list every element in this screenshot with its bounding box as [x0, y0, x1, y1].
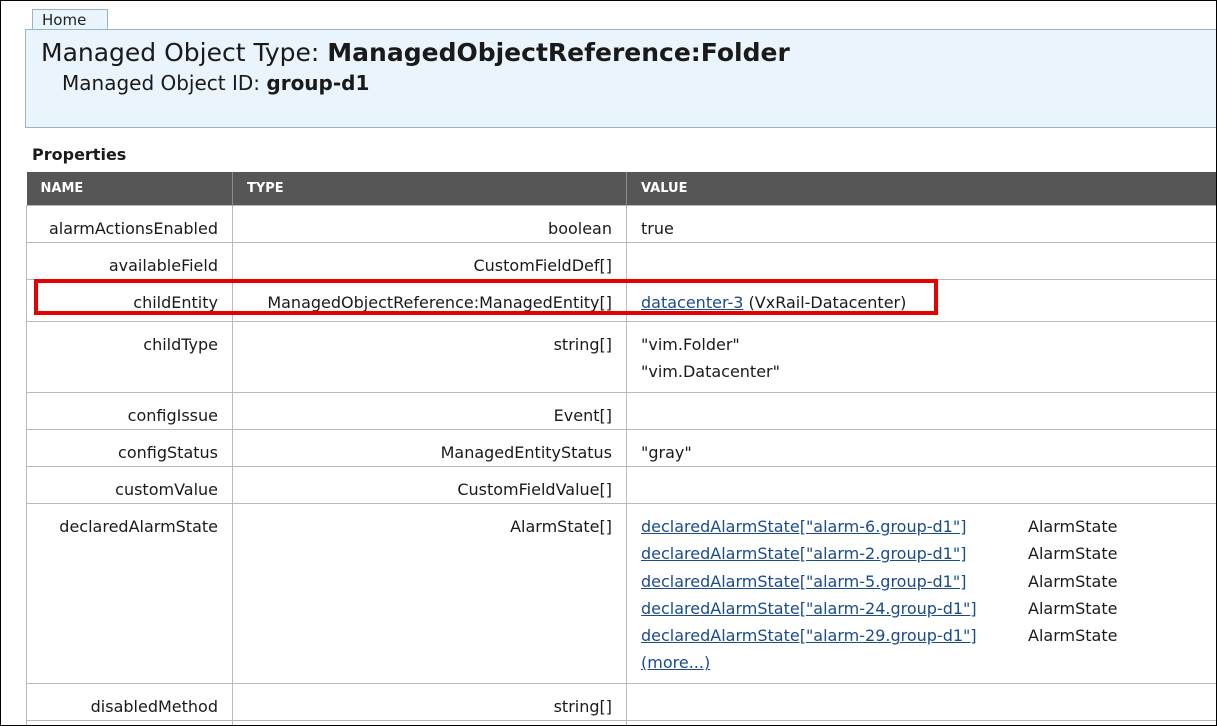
- alarm-state-link[interactable]: declaredAlarmState["alarm-2.group-d1"]: [641, 540, 966, 567]
- properties-title: Properties: [32, 145, 127, 164]
- property-value: [626, 242, 1216, 280]
- column-header-type: TYPE: [232, 172, 627, 206]
- alarm-state-item: declaredAlarmState["alarm-2.group-d1"] Al…: [641, 540, 1212, 567]
- property-type: string[]: [232, 321, 627, 393]
- home-tab[interactable]: Home: [32, 9, 108, 29]
- value-text: "gray": [641, 443, 692, 462]
- property-name: childEntity: [26, 279, 233, 322]
- value-text: true: [641, 219, 674, 238]
- property-name: configIssue: [26, 392, 233, 430]
- alarm-state-type: AlarmState: [1028, 598, 1118, 618]
- table-row: configIssue Event[]: [26, 392, 1216, 430]
- table-row: childEntity ManagedObjectReference:Manag…: [26, 279, 1216, 322]
- managed-object-type: Managed Object Type: ManagedObjectRefere…: [41, 38, 790, 67]
- property-name: alarmActionsEnabled: [26, 205, 233, 243]
- property-name: declaredAlarmState: [26, 503, 233, 684]
- table-header-row: NAME TYPE VALUE: [26, 172, 1216, 206]
- alarm-state-item: (more...): [641, 649, 1212, 676]
- table-row: alarmActionsEnabled boolean true: [26, 205, 1216, 243]
- property-name: customValue: [26, 466, 233, 504]
- property-value: "vim.Folder" "vim.Datacenter": [626, 321, 1216, 393]
- column-header-value: VALUE: [626, 172, 1216, 206]
- table-row: customValue CustomFieldValue[]: [26, 466, 1216, 504]
- id-value: group-d1: [266, 71, 370, 95]
- alarm-state-list: declaredAlarmState["alarm-6.group-d1"] Al…: [641, 513, 1212, 677]
- browser-page: Home Managed Object Type: ManagedObjectR…: [0, 0, 1217, 726]
- alarm-state-item: declaredAlarmState["alarm-29.group-d1"] A…: [641, 622, 1212, 649]
- value-text: "vim.Datacenter": [641, 362, 780, 381]
- type-label: Managed Object Type:: [41, 38, 320, 67]
- property-value: [626, 683, 1216, 721]
- property-type: Event[]: [232, 392, 627, 430]
- alarm-state-type: AlarmState: [1028, 571, 1118, 591]
- column-header-name: NAME: [26, 172, 233, 206]
- value-text: "vim.Folder": [641, 335, 740, 354]
- property-name: availableField: [26, 242, 233, 280]
- property-type: boolean: [232, 205, 627, 243]
- type-value: ManagedObjectReference:Folder: [327, 38, 790, 67]
- table-row: configStatus ManagedEntityStatus "gray": [26, 429, 1216, 467]
- alarm-state-type: AlarmState: [1028, 517, 1118, 536]
- property-type: ManagedObjectReference:ManagedEntity[]: [232, 279, 627, 322]
- id-label: Managed Object ID:: [62, 71, 261, 95]
- alarm-state-type: AlarmState: [1028, 544, 1118, 564]
- alarm-state-item: declaredAlarmState["alarm-6.group-d1"] Al…: [641, 513, 1212, 540]
- property-name: childType: [26, 321, 233, 393]
- property-value: declaredAlarmState["alarm-6.group-d1"] Al…: [626, 503, 1216, 684]
- property-value: [626, 466, 1216, 504]
- alarm-state-link[interactable]: declaredAlarmState["alarm-5.group-d1"]: [641, 568, 966, 595]
- table-row: [26, 720, 1216, 725]
- alarm-state-link[interactable]: declaredAlarmState["alarm-29.group-d1"]: [641, 622, 977, 649]
- property-name: disabledMethod: [26, 683, 233, 721]
- table-row: availableField CustomFieldDef[]: [26, 242, 1216, 280]
- property-type: ManagedEntityStatus: [232, 429, 627, 467]
- table-row: disabledMethod string[]: [26, 683, 1216, 721]
- alarm-state-link[interactable]: declaredAlarmState["alarm-6.group-d1"]: [641, 513, 966, 540]
- managed-object-header: Managed Object Type: ManagedObjectRefere…: [25, 29, 1216, 128]
- alarm-state-type: AlarmState: [1028, 626, 1118, 646]
- datacenter-link[interactable]: datacenter-3: [641, 293, 743, 312]
- property-value: [626, 392, 1216, 430]
- properties-table: NAME TYPE VALUE alarmActionsEnabled bool…: [26, 172, 1216, 725]
- managed-object-id: Managed Object ID: group-d1: [62, 71, 369, 95]
- table-row: childType string[] "vim.Folder" "vim.Dat…: [26, 321, 1216, 393]
- property-value: datacenter-3 (VxRail-Datacenter): [626, 279, 1216, 322]
- table-row: declaredAlarmState AlarmState[] declared…: [26, 503, 1216, 684]
- more-link[interactable]: (more...): [641, 653, 710, 672]
- property-type: CustomFieldDef[]: [232, 242, 627, 280]
- property-value: true: [626, 205, 1216, 243]
- property-type: string[]: [232, 683, 627, 721]
- property-value: "gray": [626, 429, 1216, 467]
- property-type: CustomFieldValue[]: [232, 466, 627, 504]
- datacenter-name: (VxRail-Datacenter): [743, 293, 907, 312]
- property-type: AlarmState[]: [232, 503, 627, 684]
- alarm-state-item: declaredAlarmState["alarm-24.group-d1"] A…: [641, 595, 1212, 622]
- alarm-state-item: declaredAlarmState["alarm-5.group-d1"] Al…: [641, 568, 1212, 595]
- alarm-state-link[interactable]: declaredAlarmState["alarm-24.group-d1"]: [641, 595, 977, 622]
- property-name: configStatus: [26, 429, 233, 467]
